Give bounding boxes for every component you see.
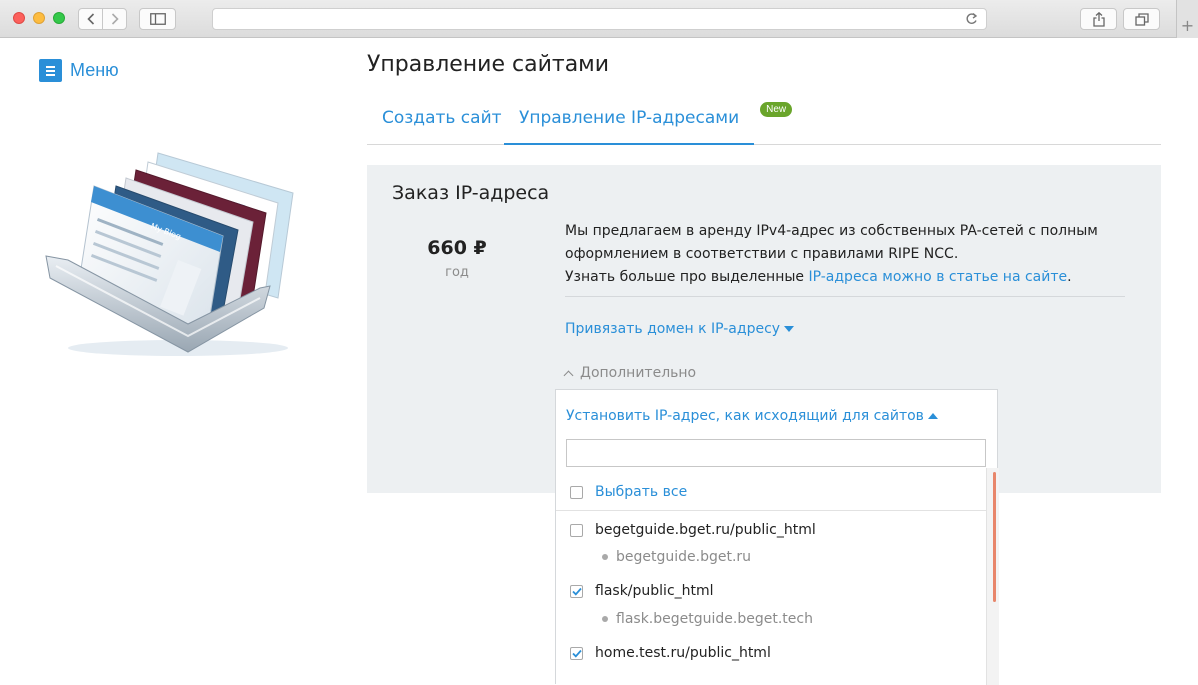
checkmark-icon (571, 649, 582, 658)
tab-bar: Создать сайт Управление IP-адресами New (367, 100, 1161, 145)
share-icon (1092, 11, 1105, 27)
site-domain-flask: flask.begetguide.beget.tech (602, 611, 813, 627)
site-path-flask: flask/public_html (595, 583, 714, 599)
tab-create-site-label: Создать сайт (382, 108, 502, 128)
site-checkbox-begetguide[interactable] (570, 523, 583, 537)
forward-icon (111, 13, 119, 25)
minimize-window-button[interactable] (33, 12, 45, 24)
share-button[interactable] (1080, 8, 1117, 30)
learn-more-suffix: . (1067, 269, 1072, 285)
price-block: 660 ₽ год (397, 237, 517, 280)
caret-up-icon (927, 413, 938, 419)
menu-label: Меню (70, 60, 119, 80)
bullet-icon (602, 554, 608, 560)
description-line-2: оформлением в соответствии с правилами R… (565, 246, 959, 262)
learn-more-prefix: Узнать больше про выделенные (565, 269, 809, 285)
divider (565, 296, 1125, 297)
back-icon (86, 13, 94, 25)
sidebar-icon (149, 13, 166, 25)
price-value: 660 ₽ (427, 237, 487, 259)
select-all-label: Выбрать все (595, 484, 688, 500)
chevron-up-icon (563, 370, 574, 380)
site-path-home-test: home.test.ru/public_html (595, 645, 771, 661)
site-checkbox-home-test[interactable] (570, 646, 583, 660)
ip-description: Мы предлагаем в аренду IPv4-адрес из соб… (565, 220, 1125, 289)
browser-toolbar: + (0, 0, 1198, 38)
site-row-home-test[interactable]: home.test.ru/public_html (570, 645, 771, 661)
hamburger-icon (39, 59, 62, 82)
tabs-icon (1134, 12, 1149, 26)
set-outgoing-ip-label: Установить IP-адрес, как исходящий для с… (566, 408, 924, 424)
reload-icon[interactable] (965, 12, 978, 26)
site-domain-text-begetguide: begetguide.bget.ru (616, 549, 752, 565)
new-tab-icon[interactable]: + (1176, 0, 1198, 38)
site-row-flask[interactable]: flask/public_html (570, 583, 714, 599)
forward-button[interactable] (102, 8, 127, 30)
new-badge: New (760, 102, 793, 117)
scrollbar-thumb[interactable] (993, 472, 996, 602)
tab-ip-management[interactable]: Управление IP-адресами New (504, 100, 793, 145)
site-checkbox-flask[interactable] (570, 584, 583, 598)
websites-illustration: My Blog (45, 152, 294, 356)
set-outgoing-ip-toggle[interactable]: Установить IP-адрес, как исходящий для с… (566, 408, 938, 424)
checkmark-icon (571, 587, 582, 596)
bind-domain-toggle[interactable]: Привязать домен к IP-адресу (565, 321, 795, 337)
ip-order-title: Заказ IP-адреса (392, 182, 550, 204)
price-period: год (445, 265, 469, 280)
site-row-begetguide[interactable]: begetguide.bget.ru/public_html (570, 522, 816, 538)
bullet-icon (602, 616, 608, 622)
caret-down-icon (784, 326, 795, 332)
outgoing-ip-dropdown: Установить IP-адрес, как исходящий для с… (555, 389, 999, 685)
back-button[interactable] (78, 8, 103, 30)
site-domain-begetguide: begetguide.bget.ru (602, 549, 751, 565)
learn-more-link[interactable]: IP-адреса можно в статье на сайте (808, 269, 1067, 285)
site-list: Выбрать все begetguide.bget.ru/public_ht… (556, 468, 999, 685)
site-list-scrollbar[interactable] (986, 468, 999, 685)
tab-create-site[interactable]: Создать сайт (367, 100, 517, 145)
select-all-row[interactable]: Выбрать все (570, 484, 687, 500)
site-search-input[interactable] (566, 439, 986, 467)
additional-toggle[interactable]: Дополнительно (563, 365, 697, 381)
tab-ip-management-label: Управление IP-адресами (519, 108, 740, 128)
menu-button[interactable]: Меню (39, 59, 119, 82)
zoom-window-button[interactable] (53, 12, 65, 24)
learn-more-line: Узнать больше про выделенные IP-адреса м… (565, 266, 1125, 289)
sidebar-toggle-button[interactable] (139, 8, 176, 30)
list-divider (556, 510, 986, 511)
address-bar[interactable] (212, 8, 987, 30)
description-line-1: Мы предлагаем в аренду IPv4-адрес из соб… (565, 223, 1098, 239)
site-path-begetguide: begetguide.bget.ru/public_html (595, 522, 816, 538)
bind-domain-label: Привязать домен к IP-адресу (565, 321, 781, 337)
page-title: Управление сайтами (367, 52, 610, 77)
site-domain-text-flask: flask.begetguide.beget.tech (616, 611, 813, 627)
close-window-button[interactable] (13, 12, 25, 24)
tabs-overview-button[interactable] (1123, 8, 1160, 30)
additional-label: Дополнительно (580, 365, 697, 381)
select-all-checkbox[interactable] (570, 485, 583, 499)
